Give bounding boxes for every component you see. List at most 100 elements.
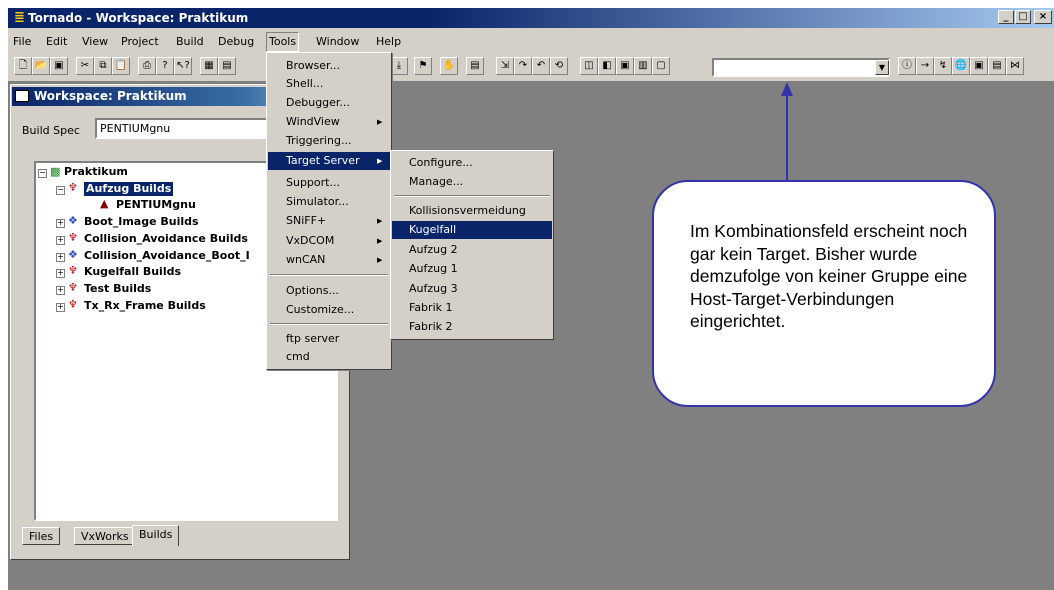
boot-image-icon: ❖ bbox=[68, 248, 78, 261]
submenu-item-aufzug-3[interactable]: Aufzug 3 bbox=[409, 280, 458, 298]
menu-file[interactable]: File bbox=[13, 34, 31, 50]
tab-files[interactable]: Files bbox=[22, 527, 61, 545]
variables-icon[interactable]: ◧ bbox=[598, 57, 616, 75]
menu-item-windview[interactable]: WindView bbox=[286, 113, 340, 131]
menu-bar bbox=[8, 30, 1054, 52]
windview-icon[interactable]: ⋈ bbox=[1006, 57, 1024, 75]
submenu-item-fabrik-2[interactable]: Fabrik 2 bbox=[409, 318, 452, 336]
menu-debug[interactable]: Debug bbox=[218, 34, 254, 50]
build-all-icon[interactable]: ▤ bbox=[218, 57, 236, 75]
submenu-item-manage[interactable]: Manage... bbox=[409, 173, 463, 191]
build-spec-value: PENTIUMgnu bbox=[100, 122, 171, 135]
open-file-icon[interactable]: 📂 bbox=[32, 57, 50, 75]
build-icon[interactable]: ▦ bbox=[200, 57, 218, 75]
menu-help[interactable]: Help bbox=[376, 34, 401, 50]
submenu-item-aufzug-1[interactable]: Aufzug 1 bbox=[409, 260, 458, 278]
close-button[interactable]: × bbox=[1034, 10, 1052, 24]
memory-icon[interactable]: ▣ bbox=[616, 57, 634, 75]
menu-tools[interactable]: Tools bbox=[266, 32, 300, 52]
combo-dropdown-arrow-icon[interactable]: ▼ bbox=[875, 60, 889, 75]
menu-item-debugger[interactable]: Debugger... bbox=[286, 94, 350, 112]
menu-item-browser[interactable]: Browser... bbox=[286, 57, 340, 75]
step-into-icon[interactable]: ⇲ bbox=[496, 57, 514, 75]
menu-item-cmd[interactable]: cmd bbox=[286, 348, 310, 366]
submenu-item-kugelfall[interactable]: Kugelfall bbox=[392, 221, 552, 239]
boot-image-icon: ❖ bbox=[68, 214, 78, 227]
run-icon[interactable]: ⚑ bbox=[414, 57, 432, 75]
image-icon[interactable]: ▣ bbox=[970, 57, 988, 75]
step-over-icon[interactable]: ↷ bbox=[514, 57, 532, 75]
menu-item-wncan[interactable]: wnCAN bbox=[286, 251, 325, 269]
tree-item-pentiumgnu[interactable]: PENTIUMgnu bbox=[116, 198, 196, 212]
continue-icon[interactable]: ⟲ bbox=[550, 57, 568, 75]
submenu-arrow-icon: ▶ bbox=[377, 157, 383, 165]
menu-item-support[interactable]: Support... bbox=[286, 174, 340, 192]
tree-item-boot-image-builds[interactable]: Boot_Image Builds bbox=[84, 215, 199, 229]
cut-icon[interactable]: ✂ bbox=[76, 57, 94, 75]
menu-item-triggering[interactable]: Triggering... bbox=[286, 132, 351, 150]
submenu-item-kollisionsvermeidung[interactable]: Kollisionsvermeidung bbox=[409, 202, 526, 220]
submenu-arrow-icon: ▶ bbox=[377, 118, 383, 126]
menu-item-ftp-server[interactable]: ftp server bbox=[286, 330, 339, 348]
copy-icon[interactable]: ⧉ bbox=[94, 57, 112, 75]
menu-item-sniff[interactable]: SNiFF+ bbox=[286, 212, 326, 230]
target-combobox[interactable] bbox=[712, 58, 890, 77]
target-connect-icon[interactable]: → bbox=[916, 57, 934, 75]
menu-item-options[interactable]: Options... bbox=[286, 282, 339, 300]
tree-item-test-builds[interactable]: Test Builds bbox=[84, 282, 151, 296]
watch-icon[interactable]: ◫ bbox=[580, 57, 598, 75]
expand-icon[interactable]: + bbox=[56, 269, 65, 278]
minimize-button[interactable]: _ bbox=[998, 10, 1014, 24]
expand-icon[interactable]: + bbox=[56, 253, 65, 262]
submenu-arrow-icon: ▶ bbox=[377, 256, 383, 264]
collapse-icon[interactable]: − bbox=[56, 186, 65, 195]
target-disconnect-icon[interactable]: ↯ bbox=[934, 57, 952, 75]
stop-icon[interactable]: ✋ bbox=[440, 57, 458, 75]
tab-vxworks[interactable]: VxWorks bbox=[74, 527, 136, 545]
menu-build[interactable]: Build bbox=[176, 34, 204, 50]
submenu-item-fabrik-1[interactable]: Fabrik 1 bbox=[409, 299, 452, 317]
backtrace-icon[interactable]: ▢ bbox=[652, 57, 670, 75]
tree-root-praktikum[interactable]: Praktikum bbox=[64, 165, 128, 179]
menu-item-shell[interactable]: Shell... bbox=[286, 75, 323, 93]
expand-icon[interactable]: + bbox=[56, 286, 65, 295]
tree-item-tx-rx-frame-builds[interactable]: Tx_Rx_Frame Builds bbox=[84, 299, 206, 313]
title-bar: ≣ Tornado - Workspace: Praktikum bbox=[8, 8, 1054, 28]
submenu-arrow-icon: ▶ bbox=[377, 237, 383, 245]
menu-project[interactable]: Project bbox=[121, 34, 159, 50]
tree-item-aufzug-builds[interactable]: Aufzug Builds bbox=[84, 182, 174, 196]
help-icon[interactable]: ? bbox=[156, 57, 174, 75]
save-icon[interactable]: ▣ bbox=[50, 57, 68, 75]
build-spec-combobox[interactable]: PENTIUMgnu bbox=[95, 118, 270, 139]
menu-view[interactable]: View bbox=[82, 34, 108, 50]
globe-icon[interactable]: 🌐 bbox=[952, 57, 970, 75]
tree-item-collision-avoidance-boot[interactable]: Collision_Avoidance_Boot_I bbox=[84, 249, 250, 263]
collapse-icon[interactable]: − bbox=[38, 169, 47, 178]
menu-edit[interactable]: Edit bbox=[46, 34, 67, 50]
download-icon[interactable]: ⤓ bbox=[390, 57, 408, 75]
submenu-item-label: Kugelfall bbox=[409, 223, 457, 236]
layout-icon[interactable]: ▤ bbox=[988, 57, 1006, 75]
debug-icon[interactable]: ▤ bbox=[466, 57, 484, 75]
step-out-icon[interactable]: ↶ bbox=[532, 57, 550, 75]
new-file-icon[interactable]: 🗋 bbox=[14, 57, 32, 75]
info-icon[interactable]: ⓘ bbox=[898, 57, 916, 75]
expand-icon[interactable]: + bbox=[56, 303, 65, 312]
context-help-icon[interactable]: ↖? bbox=[174, 57, 192, 75]
menu-window[interactable]: Window bbox=[316, 34, 359, 50]
tree-item-kugelfall-builds[interactable]: Kugelfall Builds bbox=[84, 265, 181, 279]
print-icon[interactable]: ⎙ bbox=[138, 57, 156, 75]
maximize-button[interactable]: □ bbox=[1015, 10, 1031, 24]
submenu-item-aufzug-2[interactable]: Aufzug 2 bbox=[409, 241, 458, 259]
expand-icon[interactable]: + bbox=[56, 219, 65, 228]
expand-icon[interactable]: + bbox=[56, 236, 65, 245]
menu-item-simulator[interactable]: Simulator... bbox=[286, 193, 349, 211]
menu-item-target-server[interactable]: Target Server ▶ bbox=[268, 152, 390, 170]
tree-item-collision-avoidance-builds[interactable]: Collision_Avoidance Builds bbox=[84, 232, 248, 246]
menu-item-vxdcom[interactable]: VxDCOM bbox=[286, 232, 334, 250]
registers-icon[interactable]: ▥ bbox=[634, 57, 652, 75]
tab-builds[interactable]: Builds bbox=[132, 525, 180, 546]
menu-item-customize[interactable]: Customize... bbox=[286, 301, 354, 319]
paste-icon[interactable]: 📋 bbox=[112, 57, 130, 75]
submenu-item-configure[interactable]: Configure... bbox=[409, 154, 473, 172]
